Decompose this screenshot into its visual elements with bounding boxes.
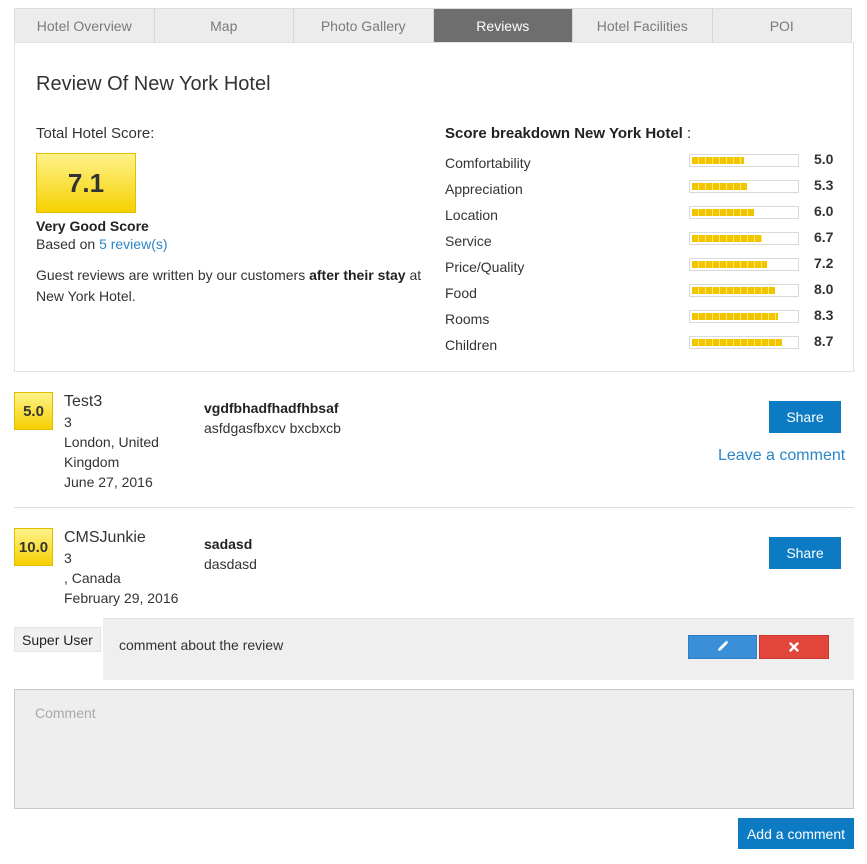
tab-hotel-facilities[interactable]: Hotel Facilities (573, 9, 713, 43)
breakdown-value: 5.3 (814, 177, 834, 193)
review-divider (14, 507, 854, 508)
tab-poi[interactable]: POI (712, 9, 851, 43)
breakdown-bar (689, 310, 799, 323)
breakdown-row: Service 6.7 (445, 229, 845, 255)
breakdown-bar (689, 154, 799, 167)
delete-comment-button[interactable] (759, 635, 829, 659)
breakdown-bar (689, 336, 799, 349)
breakdown-row: Food 8.0 (445, 281, 845, 307)
breakdown-bar (689, 232, 799, 245)
breakdown-title-text: Score breakdown New York Hotel (445, 125, 683, 142)
reviewer-location: London, United Kingdom (64, 434, 159, 470)
breakdown-value: 5.0 (814, 151, 834, 167)
review-text: dasdasd (204, 556, 257, 572)
breakdown-bar (689, 284, 799, 297)
review-date: June 27, 2016 (64, 474, 153, 490)
review-title: vgdfbhadfhadfhbsaf (204, 400, 339, 416)
guest-note-bold: after their stay (309, 267, 406, 283)
breakdown-value: 8.7 (814, 333, 834, 349)
reviewer-info: CMSJunkie 3 , Canada February 29, 2016 (64, 528, 184, 608)
tab-map[interactable]: Map (154, 9, 294, 43)
comment-author: Super User (14, 627, 101, 652)
reviewer-info: Test3 3 London, United Kingdom June 27, … (64, 392, 184, 492)
breakdown-value: 6.7 (814, 229, 834, 245)
score-rating-text: Very Good Score (36, 218, 149, 234)
breakdown-label: Comfortability (445, 155, 531, 171)
breakdown-label: Appreciation (445, 181, 523, 197)
breakdown-bar (689, 258, 799, 271)
leave-comment-link[interactable]: Leave a comment (718, 447, 845, 465)
breakdown-row: Comfortability 5.0 (445, 151, 845, 177)
hotel-tabs: Hotel Overview Map Photo Gallery Reviews… (14, 8, 852, 43)
review-body: sadasd dasdasd (204, 534, 257, 574)
share-button[interactable]: Share (769, 537, 841, 569)
breakdown-bar-fill (692, 183, 748, 190)
breakdown-bar-fill (692, 157, 744, 164)
review-body: vgdfbhadfhadfhbsaf asfdgasfbxcv bxcbxcb (204, 398, 341, 438)
total-score-label: Total Hotel Score: (36, 125, 155, 142)
breakdown-row: Appreciation 5.3 (445, 177, 845, 203)
breakdown-label: Children (445, 337, 498, 353)
breakdown-label: Price/Quality (445, 259, 525, 275)
reviews-count-link[interactable]: 5 review(s) (99, 236, 167, 252)
breakdown-row: Children 8.7 (445, 333, 845, 359)
reviewer-review-count: 3 (64, 414, 72, 430)
based-on-text: Based on 5 review(s) (36, 236, 168, 252)
breakdown-bar (689, 180, 799, 193)
guest-note-pre: Guest reviews are written by our custome… (36, 267, 306, 283)
tab-hotel-overview[interactable]: Hotel Overview (15, 9, 155, 43)
breakdown-bar-fill (692, 287, 776, 294)
breakdown-bar-fill (692, 235, 762, 242)
comment-text: comment about the review (119, 637, 284, 653)
score-breakdown-list: Comfortability 5.0 Appreciation 5.3 Locati… (445, 151, 845, 359)
pencil-icon (717, 639, 729, 655)
breakdown-bar (689, 206, 799, 219)
tab-photo-gallery[interactable]: Photo Gallery (294, 9, 434, 43)
breakdown-label: Location (445, 207, 498, 223)
breakdown-bar-fill (692, 209, 755, 216)
close-icon (789, 639, 799, 655)
breakdown-bar-fill (692, 339, 783, 346)
add-comment-button[interactable]: Add a comment (738, 818, 854, 849)
reviewer-review-count: 3 (64, 550, 72, 566)
edit-comment-button[interactable] (688, 635, 757, 659)
guest-reviews-note: Guest reviews are written by our custome… (36, 265, 426, 307)
tab-reviews[interactable]: Reviews (433, 9, 573, 43)
breakdown-label: Food (445, 285, 477, 301)
review-score-badge: 10.0 (14, 528, 53, 566)
comment-item: comment about the review (103, 618, 854, 680)
comment-textarea[interactable] (14, 689, 854, 809)
total-score-badge: 7.1 (36, 153, 136, 213)
breakdown-value: 6.0 (814, 203, 834, 219)
breakdown-label: Rooms (445, 311, 490, 327)
breakdown-value: 8.0 (814, 281, 834, 297)
breakdown-row: Price/Quality 7.2 (445, 255, 845, 281)
breakdown-row: Location 6.0 (445, 203, 845, 229)
breakdown-bar-fill (692, 313, 779, 320)
share-button[interactable]: Share (769, 401, 841, 433)
review-date: February 29, 2016 (64, 590, 179, 606)
page-title: Review Of New York Hotel (36, 73, 271, 95)
breakdown-row: Rooms 8.3 (445, 307, 845, 333)
review-title: sadasd (204, 536, 253, 552)
reviewer-name: Test3 (64, 393, 103, 410)
breakdown-bar-fill (692, 261, 767, 268)
breakdown-value: 7.2 (814, 255, 834, 271)
breakdown-label: Service (445, 233, 492, 249)
review-score-badge: 5.0 (14, 392, 53, 430)
reviewer-location: , Canada (64, 570, 121, 586)
breakdown-value: 8.3 (814, 307, 834, 323)
breakdown-title: Score breakdown New York Hotel : (445, 125, 691, 142)
based-on-prefix: Based on (36, 236, 96, 252)
review-text: asfdgasfbxcv bxcbxcb (204, 420, 341, 436)
review-summary-panel: Review Of New York Hotel Total Hotel Sco… (14, 42, 854, 372)
reviewer-name: CMSJunkie (64, 529, 146, 546)
breakdown-title-suffix: : (687, 125, 692, 142)
